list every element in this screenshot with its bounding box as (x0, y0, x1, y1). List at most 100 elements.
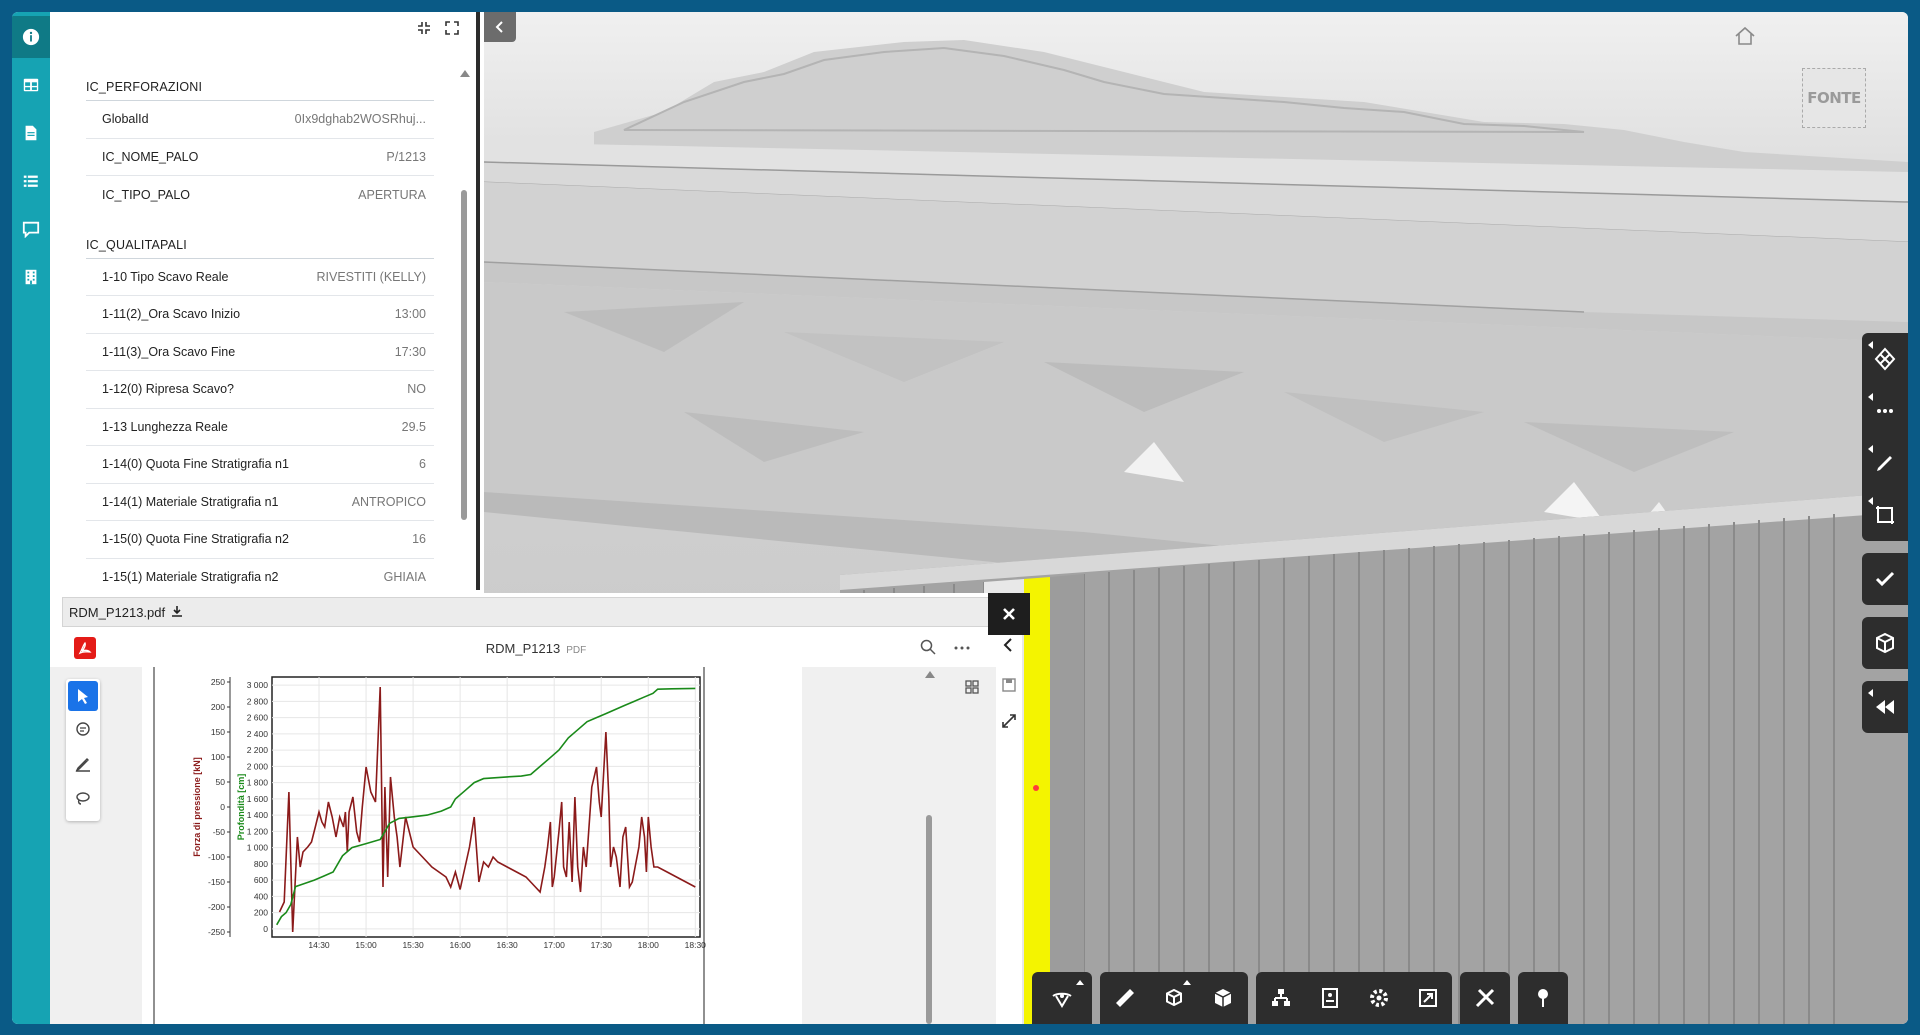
model-box-button[interactable] (1862, 617, 1908, 669)
grid-view-icon[interactable] (964, 679, 982, 697)
y-right-tick-label: 1 800 (247, 778, 269, 788)
pdf-side-toolbar (996, 667, 1022, 1024)
lasso-tool[interactable] (66, 781, 100, 815)
ruler-icon (1115, 989, 1134, 1007)
confirm-button[interactable] (1862, 553, 1908, 605)
expand-diagonal-icon[interactable] (996, 703, 1022, 739)
y-right-axis-label: Profondità [cm] (236, 774, 246, 841)
property-row[interactable]: 1-14(1) Materiale Stratigrafia n1 ANTROPI… (86, 484, 434, 521)
property-row[interactable]: IC_TIPO_PALO APERTURA (86, 176, 434, 214)
y-right-tick-label: 400 (254, 891, 268, 901)
x-tick-label: 18:00 (638, 940, 660, 950)
scroll-up-icon[interactable] (925, 671, 935, 678)
cube-icon (1214, 989, 1232, 1007)
property-value: 17:30 (394, 344, 426, 359)
expand-icon[interactable] (444, 20, 460, 36)
y-right-tick-label: 3 000 (247, 680, 269, 690)
x-tick-label: 17:30 (591, 940, 613, 950)
y-right-tick-label: 2 000 (247, 761, 269, 771)
view-cube-label: FONTE (1807, 89, 1861, 107)
property-row[interactable]: 1-11(3)_Ora Scavo Fine 17:30 (86, 334, 434, 371)
pin-button[interactable] (1518, 972, 1568, 1024)
measure-button[interactable] (1100, 972, 1149, 1024)
view-cube[interactable]: FONTE (1802, 68, 1866, 128)
tools-button[interactable] (1460, 972, 1510, 1024)
building-icon[interactable] (12, 256, 50, 298)
table-icon[interactable] (12, 64, 50, 106)
comment-icon[interactable] (12, 208, 50, 250)
y-left-tick-label: 200 (211, 702, 225, 712)
info-icon[interactable] (12, 16, 50, 58)
property-key: IC_TIPO_PALO (102, 187, 190, 202)
y-left-tick-label: 50 (216, 777, 226, 787)
comment-icon (76, 722, 90, 736)
tree-icon (1271, 989, 1290, 1006)
markup-button[interactable] (1862, 437, 1908, 489)
y-left-tick-label: -250 (208, 927, 225, 937)
chevron-left-icon[interactable] (1002, 637, 1014, 658)
properties-panel: IC_PERFORAZIONI GlobalId 0Ix9dghab2WOSRhu… (50, 12, 480, 596)
close-pdf-button[interactable] (988, 593, 1030, 635)
property-value: RIVESTITI (KELLY) (316, 269, 426, 284)
comment-tool[interactable] (66, 713, 100, 747)
props-toolbar (416, 20, 460, 36)
property-row[interactable]: 1-12(0) Ripresa Scavo? NO (86, 371, 434, 409)
pdf-scrollbar[interactable] (924, 667, 935, 1024)
settings-button[interactable] (1354, 972, 1403, 1024)
draw-tool[interactable] (66, 747, 100, 781)
y-right-tick-label: 2 400 (247, 729, 269, 739)
crop-button[interactable] (1862, 489, 1908, 541)
property-row[interactable]: 1-14(0) Quota Fine Stratigrafia n1 6 (86, 446, 434, 484)
search-icon[interactable] (920, 639, 938, 657)
pin-icon (1538, 989, 1548, 1007)
props-scrollbar[interactable] (460, 70, 470, 590)
properties-button[interactable] (1305, 972, 1354, 1024)
scroll-up-icon[interactable] (460, 70, 470, 77)
more-tools-button[interactable] (1862, 385, 1908, 437)
structure-button[interactable] (1256, 972, 1305, 1024)
document-icon[interactable] (12, 112, 50, 154)
section-tools-button[interactable] (1862, 333, 1908, 385)
y-left-tick-label: -100 (208, 852, 225, 862)
collapse-all-icon[interactable] (416, 20, 432, 36)
rewind-button[interactable] (1862, 681, 1908, 733)
property-row[interactable]: 1-13 Lunghezza Reale 29.5 (86, 409, 434, 446)
y-right-tick-label: 1 200 (247, 826, 269, 836)
pdf-tab[interactable]: RDM_P1213.pdf (62, 597, 1018, 627)
y-right-tick-label: 1 600 (247, 794, 269, 804)
property-value: 13:00 (394, 307, 426, 322)
y-right-tick-label: 2 600 (247, 713, 269, 723)
download-icon[interactable] (171, 605, 183, 620)
fullscreen-button[interactable] (1403, 972, 1452, 1024)
y-right-tick-label: 600 (254, 875, 268, 885)
orbit-button[interactable] (1032, 972, 1092, 1024)
x-tick-label: 15:30 (402, 940, 424, 950)
property-row[interactable]: 1-15(0) Quota Fine Stratigrafia n2 16 (86, 521, 434, 559)
property-row[interactable]: GlobalId 0Ix9dghab2WOSRhuj... (86, 101, 434, 139)
property-key: 1-10 Tipo Scavo Reale (102, 269, 229, 284)
property-value: 6 (419, 457, 426, 472)
property-key: 1-11(2)_Ora Scavo Inizio (102, 307, 241, 322)
select-tool[interactable] (68, 681, 98, 711)
pdf-tool-palette (66, 679, 100, 821)
property-row[interactable]: 1-15(1) Materiale Stratigrafia n2 GHIAIA (86, 559, 434, 596)
save-icon[interactable] (996, 667, 1022, 703)
cursor-icon (78, 689, 88, 704)
left-rail (12, 12, 50, 1024)
scroll-thumb[interactable] (461, 190, 467, 520)
collapse-panel-button[interactable] (484, 12, 516, 42)
group-title: IC_PERFORAZIONI (86, 70, 434, 101)
list-icon[interactable] (12, 160, 50, 202)
model-browser-button[interactable] (1199, 972, 1248, 1024)
more-icon[interactable] (954, 637, 970, 655)
scroll-thumb[interactable] (926, 815, 932, 1024)
property-value: P/1213 (386, 149, 426, 164)
x-tick-label: 14:30 (308, 940, 330, 950)
property-row[interactable]: 1-10 Tipo Scavo Reale RIVESTITI (KELLY) (86, 259, 434, 296)
home-icon[interactable] (1734, 26, 1758, 48)
crop-icon (1876, 506, 1894, 524)
explode-button[interactable] (1149, 972, 1198, 1024)
check-icon (1875, 571, 1895, 587)
property-row[interactable]: IC_NOME_PALO P/1213 (86, 139, 434, 176)
property-row[interactable]: 1-11(2)_Ora Scavo Inizio 13:00 (86, 296, 434, 334)
